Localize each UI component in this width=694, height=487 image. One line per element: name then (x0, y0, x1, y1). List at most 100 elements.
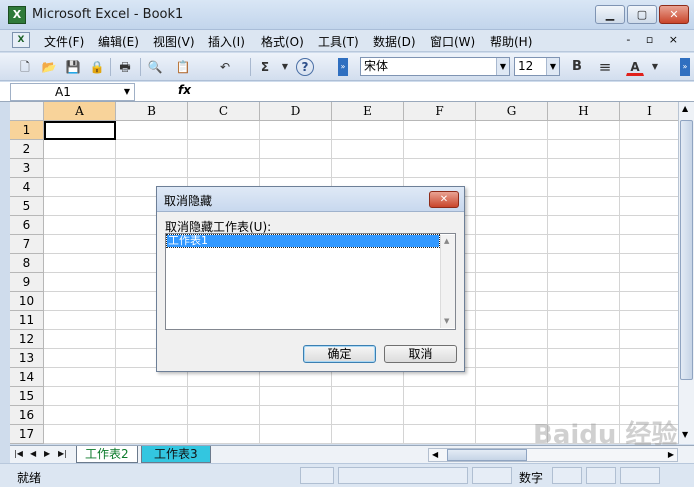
row-header-17[interactable]: 17 (10, 425, 44, 444)
menu-data[interactable]: 数据(D) (373, 33, 416, 50)
gridline (475, 121, 476, 444)
bold-button[interactable]: B (568, 58, 586, 76)
chevron-down-icon[interactable]: ▼ (124, 84, 130, 100)
help-icon[interactable]: ? (296, 58, 314, 76)
insert-function-icon[interactable]: fx (178, 83, 191, 97)
undo-icon[interactable]: ↶ (216, 58, 234, 76)
minimize-button[interactable]: ▁ (595, 5, 625, 24)
column-header-c[interactable]: C (188, 102, 260, 121)
menu-window[interactable]: 窗口(W) (430, 33, 475, 50)
status-num-lock: 数字 (519, 471, 544, 485)
menu-insert[interactable]: 插入(I) (208, 33, 245, 50)
name-box[interactable]: A1 ▼ (10, 83, 135, 101)
horizontal-scroll-thumb[interactable] (447, 449, 527, 461)
workbook-menu-icon[interactable]: X (12, 32, 30, 48)
dialog-title-bar[interactable]: 取消隐藏 ✕ (157, 187, 464, 212)
font-color-button[interactable]: A (626, 58, 644, 76)
status-panel (472, 467, 512, 484)
column-header-a[interactable]: A (44, 102, 116, 121)
scroll-up-icon[interactable]: ▲ (444, 237, 449, 245)
scroll-right-icon[interactable]: ▶ (668, 450, 674, 459)
menu-view[interactable]: 视图(V) (153, 33, 195, 50)
column-header-b[interactable]: B (116, 102, 188, 121)
research-icon[interactable]: 🔍 (146, 58, 164, 76)
toolbar-options-icon[interactable]: » (338, 58, 348, 76)
menu-edit[interactable]: 编辑(E) (98, 33, 139, 50)
title-bar: X Microsoft Excel - Book1 ▁ ▢ ✕ (0, 0, 694, 30)
vertical-scrollbar[interactable]: ▲ ▼ (678, 102, 694, 444)
column-header-h[interactable]: H (548, 102, 620, 121)
permission-icon[interactable]: 🔒 (88, 58, 106, 76)
row-header-1[interactable]: 1 (10, 121, 44, 140)
scroll-down-icon[interactable]: ▼ (682, 430, 688, 439)
open-folder-icon[interactable]: 📂 (40, 58, 58, 76)
column-header-d[interactable]: D (260, 102, 332, 121)
column-header-i[interactable]: I (620, 102, 678, 121)
cancel-button[interactable]: 取消 (384, 345, 457, 363)
paste-icon[interactable]: 📋 (174, 58, 192, 76)
list-item[interactable]: 工作表1 (166, 234, 440, 248)
row-header-2[interactable]: 2 (10, 140, 44, 159)
list-scrollbar[interactable]: ▲ ▼ (440, 235, 455, 328)
center-align-icon[interactable]: ≡ (596, 58, 614, 76)
dialog-close-button[interactable]: ✕ (429, 191, 459, 208)
ok-button[interactable]: 确定 (303, 345, 376, 363)
row-header-13[interactable]: 13 (10, 349, 44, 368)
row-header-5[interactable]: 5 (10, 197, 44, 216)
row-header-14[interactable]: 14 (10, 368, 44, 387)
menu-help[interactable]: 帮助(H) (490, 33, 532, 50)
chevron-down-icon[interactable]: ▼ (646, 58, 664, 76)
column-header-f[interactable]: F (404, 102, 476, 121)
row-header-9[interactable]: 9 (10, 273, 44, 292)
save-icon[interactable]: 💾 (64, 58, 82, 76)
first-sheet-icon[interactable]: |◀ (14, 449, 23, 458)
active-cell[interactable] (44, 121, 116, 140)
row-header-11[interactable]: 11 (10, 311, 44, 330)
chevron-down-icon[interactable]: ▼ (496, 58, 509, 75)
formula-bar: A1 ▼ fx (0, 82, 694, 102)
font-name-value: 宋体 (364, 59, 389, 73)
sheet-tab-3[interactable]: 工作表3 (141, 446, 211, 463)
select-all-corner[interactable] (10, 102, 44, 121)
new-file-icon[interactable]: 🗋 (16, 58, 34, 76)
close-window-button[interactable]: ✕ (659, 5, 689, 24)
scroll-down-icon[interactable]: ▼ (444, 317, 449, 325)
row-header-7[interactable]: 7 (10, 235, 44, 254)
row-header-16[interactable]: 16 (10, 406, 44, 425)
maximize-button[interactable]: ▢ (627, 5, 657, 24)
column-header-e[interactable]: E (332, 102, 404, 121)
menu-file[interactable]: 文件(F) (44, 33, 84, 50)
workbook-window-controls[interactable]: - ▫ × (626, 33, 684, 46)
prev-sheet-icon[interactable]: ◀ (30, 449, 36, 458)
font-size-select[interactable]: 12 ▼ (514, 57, 560, 76)
row-header-8[interactable]: 8 (10, 254, 44, 273)
row-header-6[interactable]: 6 (10, 216, 44, 235)
row-header-15[interactable]: 15 (10, 387, 44, 406)
status-panel (338, 467, 468, 484)
toolbar: 🗋 📂 💾 🔒 🖶 🔍 📋 ↶ Σ ▼ ? » 宋体 ▼ 12 ▼ B ≡ A … (0, 53, 694, 81)
font-size-value: 12 (518, 59, 534, 73)
row-header-4[interactable]: 4 (10, 178, 44, 197)
scroll-up-icon[interactable]: ▲ (682, 104, 688, 113)
row-header-12[interactable]: 12 (10, 330, 44, 349)
row-header-3[interactable]: 3 (10, 159, 44, 178)
status-panel (620, 467, 660, 484)
font-name-select[interactable]: 宋体 ▼ (360, 57, 510, 76)
print-icon[interactable]: 🖶 (116, 58, 134, 76)
hidden-sheets-list[interactable]: 工作表1 ▲ ▼ (165, 233, 456, 330)
chevron-down-icon[interactable]: ▼ (276, 58, 294, 76)
menu-format[interactable]: 格式(O) (261, 33, 304, 50)
column-header-g[interactable]: G (476, 102, 548, 121)
window-title: Microsoft Excel - Book1 (32, 7, 184, 22)
row-header-10[interactable]: 10 (10, 292, 44, 311)
toolbar-options-icon[interactable]: » (680, 58, 690, 76)
scroll-left-icon[interactable]: ◀ (432, 450, 438, 459)
sheet-tab-2[interactable]: 工作表2 (76, 446, 138, 463)
autosum-icon[interactable]: Σ (256, 58, 274, 76)
next-sheet-icon[interactable]: ▶ (44, 449, 50, 458)
chevron-down-icon[interactable]: ▼ (546, 58, 559, 75)
gridline (44, 386, 678, 387)
vertical-scroll-thumb[interactable] (680, 120, 693, 380)
last-sheet-icon[interactable]: ▶| (58, 449, 67, 458)
menu-tools[interactable]: 工具(T) (318, 33, 359, 50)
